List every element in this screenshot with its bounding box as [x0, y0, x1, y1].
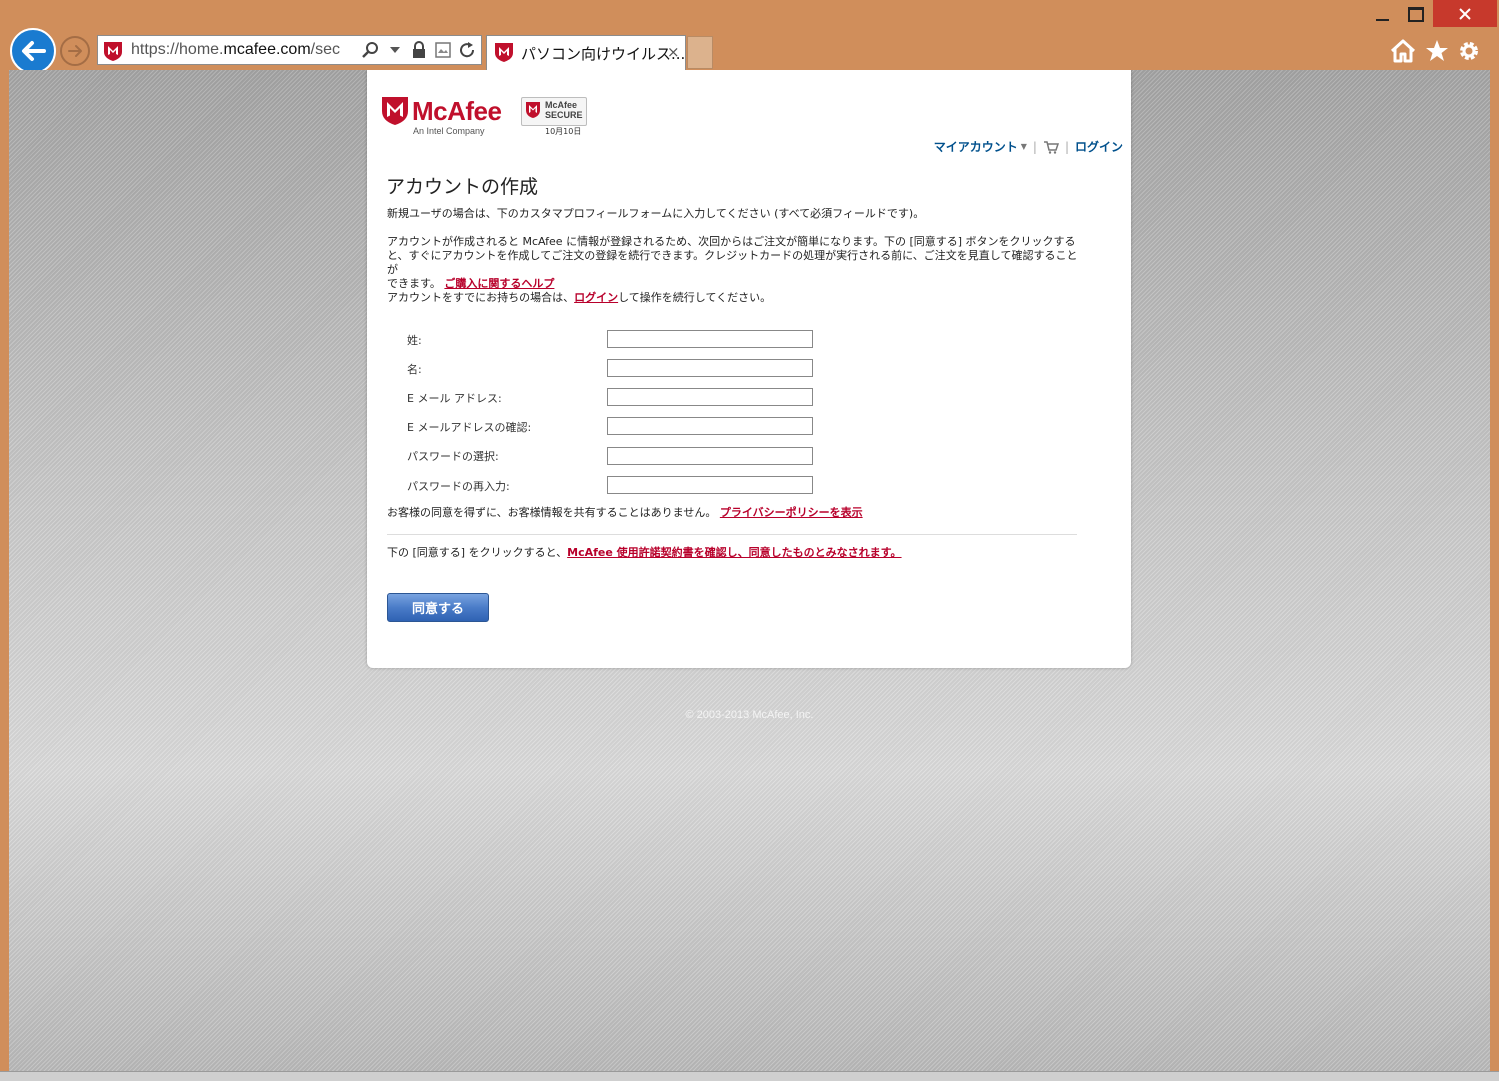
divider	[387, 534, 1077, 535]
tab-close-button[interactable]: ×	[667, 43, 680, 61]
cart-icon[interactable]	[1043, 140, 1059, 154]
refresh-icon[interactable]	[458, 40, 476, 60]
first-name-input[interactable]	[607, 359, 813, 377]
back-button[interactable]	[10, 28, 56, 74]
page-title: アカウントの作成	[386, 176, 539, 198]
purchase-help-link[interactable]: ご購入に関するヘルプ	[444, 277, 554, 290]
mcafee-logo[interactable]: McAfee An Intel Company	[381, 96, 506, 136]
logo-tagline: An Intel Company	[413, 126, 485, 136]
description-text: アカウントが作成されると McAfee に情報が登録されるため、次回からはご注文…	[387, 235, 1078, 290]
url-text[interactable]: https://home.mcafee.com/sec	[131, 41, 356, 59]
home-button[interactable]	[1390, 38, 1416, 64]
new-tab-button[interactable]	[687, 36, 713, 69]
gear-icon	[1460, 42, 1478, 60]
agreement-note: 下の [同意する] をクリックすると、McAfee 使用許諾契約書を確認し、同意…	[387, 546, 902, 559]
privacy-note: お客様の同意を得ずに、お客様情報を共有することはありません。 プライバシーポリシ…	[387, 506, 863, 519]
tab-mcafee[interactable]: パソコン向けウイルス... ×	[486, 35, 686, 70]
mcafee-secure-badge[interactable]: McAfee SECURE	[521, 97, 587, 126]
email-label: E メール アドレス:	[407, 392, 502, 405]
top-navigation: マイアカウント ▼ | | ログイン	[934, 138, 1123, 155]
my-account-link[interactable]: マイアカウント	[934, 138, 1018, 155]
privacy-policy-link[interactable]: プライバシーポリシーを表示	[720, 506, 863, 519]
tab-title: パソコン向けウイルス...	[521, 45, 686, 63]
mcafee-shield-icon	[525, 101, 541, 123]
minimize-button[interactable]	[1365, 0, 1399, 28]
copyright-text: © 2003-2013 McAfee, Inc.	[685, 709, 814, 721]
dropdown-icon[interactable]	[386, 40, 404, 60]
lock-icon[interactable]	[410, 40, 428, 60]
email-input[interactable]	[607, 388, 813, 406]
password-label: パスワードの選択:	[407, 450, 499, 463]
secure-badge-line2: SECURE	[545, 110, 583, 120]
page-viewport: McAfee An Intel Company McAfee SECURE 10…	[9, 70, 1490, 1071]
close-window-button[interactable]	[1433, 0, 1497, 27]
email-confirm-label: E メールアドレスの確認:	[407, 421, 532, 434]
first-name-label: 名:	[407, 363, 422, 376]
license-agreement-link[interactable]: McAfee 使用許諾契約書を確認し、同意したものとみなされます。	[567, 546, 901, 559]
existing-account-text: アカウントをすでにお持ちの場合は、ログインして操作を続行してください。	[387, 291, 772, 304]
maximize-button[interactable]	[1399, 0, 1433, 28]
last-name-input[interactable]	[607, 330, 813, 348]
last-name-label: 姓:	[407, 334, 422, 347]
address-bar[interactable]: https://home.mcafee.com/sec	[97, 35, 482, 65]
email-confirm-input[interactable]	[607, 417, 813, 435]
secure-badge-date: 10月10日	[545, 127, 582, 136]
secure-badge-line1: McAfee	[545, 100, 578, 110]
agree-button[interactable]: 同意する	[387, 593, 489, 622]
star-icon	[1426, 40, 1448, 61]
existing-login-link[interactable]: ログイン	[574, 291, 618, 304]
compatibility-view-icon[interactable]	[434, 40, 452, 60]
arrow-right-icon	[68, 45, 82, 57]
home-icon	[1390, 39, 1416, 63]
nav-divider: |	[1064, 139, 1069, 154]
window-titlebar	[0, 0, 1499, 30]
password-input[interactable]	[607, 447, 813, 465]
arrow-left-icon	[22, 41, 46, 61]
favorites-button[interactable]	[1424, 38, 1450, 64]
login-link[interactable]: ログイン	[1075, 138, 1123, 155]
chevron-down-icon[interactable]: ▼	[1021, 142, 1027, 151]
intro-text: 新規ユーザの場合は、下のカスタマプロフィールフォームに入力してください (すべて…	[387, 207, 925, 220]
password-confirm-label: パスワードの再入力:	[407, 480, 510, 493]
search-icon[interactable]	[362, 40, 380, 60]
nav-divider: |	[1032, 139, 1037, 154]
mcafee-shield-icon	[381, 96, 409, 130]
tools-button[interactable]	[1456, 38, 1482, 64]
content-card: McAfee An Intel Company McAfee SECURE 10…	[367, 70, 1131, 668]
close-icon	[1459, 7, 1471, 20]
password-confirm-input[interactable]	[607, 476, 813, 494]
mcafee-favicon-icon	[493, 41, 515, 67]
mcafee-favicon-icon	[102, 40, 124, 66]
forward-button[interactable]	[60, 36, 90, 66]
logo-text: McAfee	[412, 96, 502, 126]
